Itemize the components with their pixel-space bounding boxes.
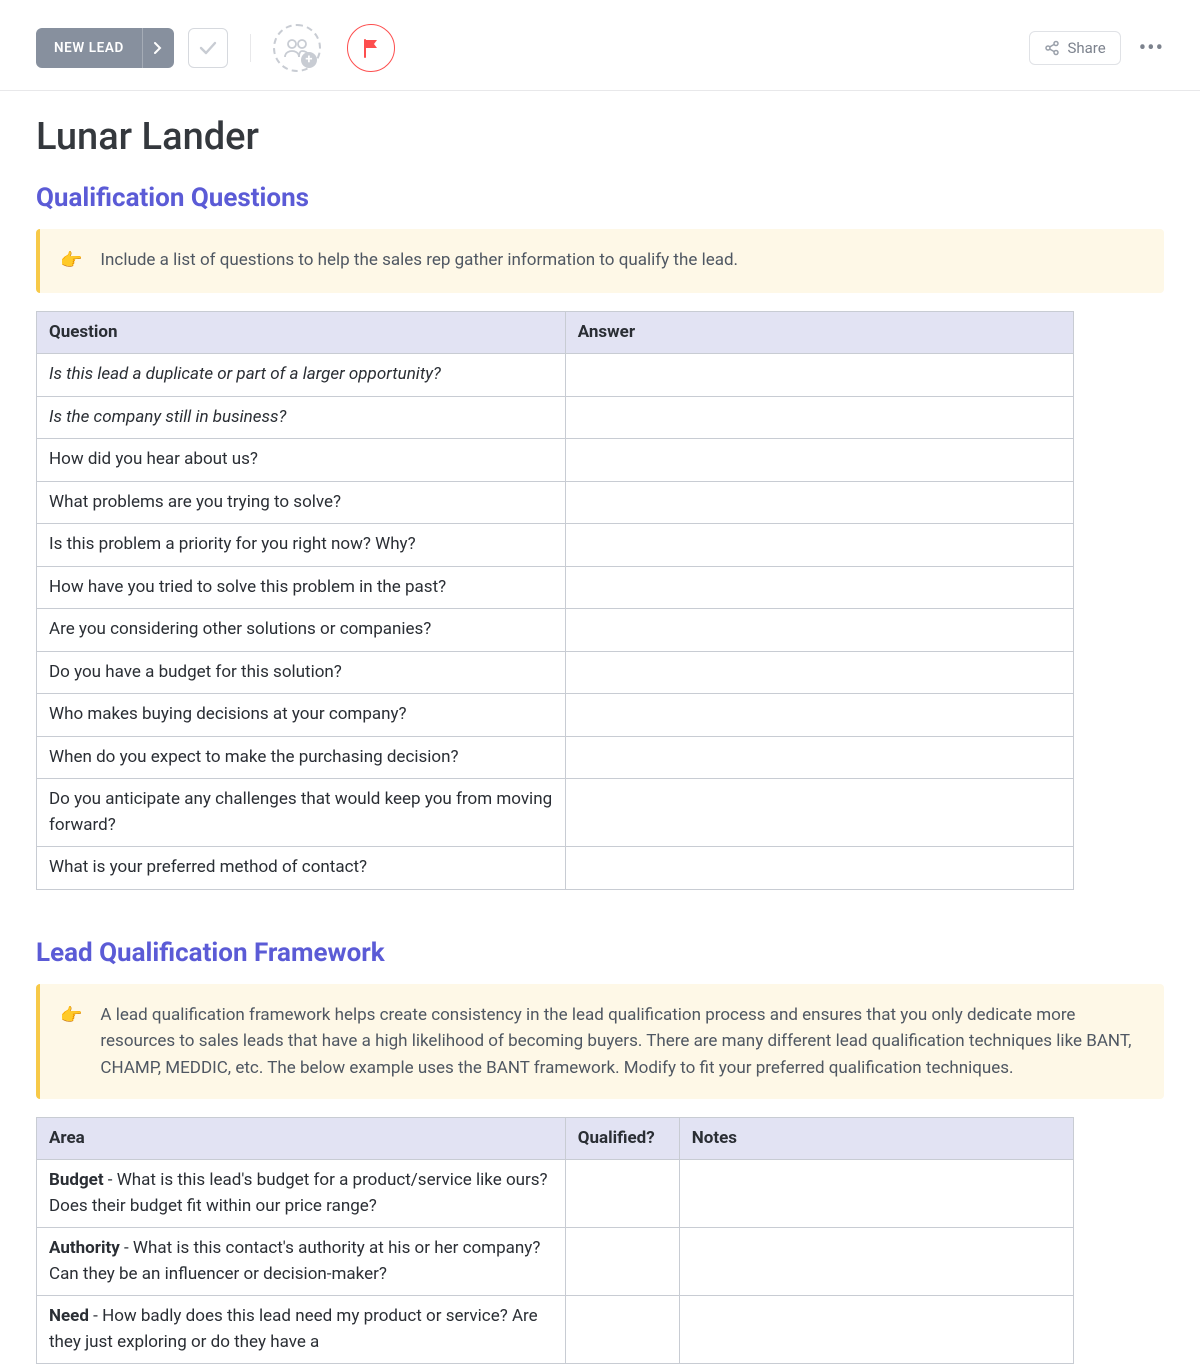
share-button[interactable]: Share [1029,31,1120,65]
question-cell[interactable]: Who makes buying decisions at your compa… [37,694,566,737]
plus-icon: + [301,52,317,68]
status-button[interactable]: NEW LEAD [36,28,174,68]
area-desc: - What is this contact's authority at hi… [49,1238,540,1284]
table-row[interactable]: Are you considering other solutions or c… [37,609,1074,652]
table-row[interactable]: What is your preferred method of contact… [37,847,1074,890]
divider [250,34,251,62]
table-row[interactable]: Authority - What is this contact's autho… [37,1228,1074,1296]
qualified-cell[interactable] [565,1160,679,1228]
qualified-cell[interactable] [565,1228,679,1296]
pointing-right-icon: 👉 [60,1002,82,1081]
status-label: NEW LEAD [36,28,142,68]
area-term: Budget [49,1170,104,1190]
callout-text: A lead qualification framework helps cre… [100,1002,1144,1081]
section-title-lead-framework[interactable]: Lead Qualification Framework [36,938,1164,968]
table-row[interactable]: Is this lead a duplicate or part of a la… [37,354,1074,397]
table-row[interactable]: Do you have a budget for this solution? [37,651,1074,694]
section-title-qualification-questions[interactable]: Qualification Questions [36,183,1164,213]
content: Lunar Lander Qualification Questions 👉 I… [0,91,1200,1364]
area-term: Authority [49,1238,120,1258]
table-header-qualified: Qualified? [565,1117,679,1160]
answer-cell[interactable] [565,779,1073,847]
table-row[interactable]: When do you expect to make the purchasin… [37,736,1074,779]
question-cell[interactable]: How have you tried to solve this problem… [37,566,566,609]
answer-cell[interactable] [565,694,1073,737]
framework-table[interactable]: Area Qualified? Notes Budget - What is t… [36,1117,1074,1364]
share-icon [1044,40,1060,56]
pointing-right-icon: 👉 [60,247,82,275]
question-cell[interactable]: Is the company still in business? [37,396,566,439]
table-header-notes: Notes [679,1117,1073,1160]
area-cell[interactable]: Budget - What is this lead's budget for … [37,1160,566,1228]
answer-cell[interactable] [565,396,1073,439]
question-cell[interactable]: What is your preferred method of contact… [37,847,566,890]
answer-cell[interactable] [565,481,1073,524]
question-cell[interactable]: When do you expect to make the purchasin… [37,736,566,779]
callout-framework[interactable]: 👉 A lead qualification framework helps c… [36,984,1164,1099]
question-cell[interactable]: Are you considering other solutions or c… [37,609,566,652]
table-row[interactable]: Who makes buying decisions at your compa… [37,694,1074,737]
area-cell[interactable]: Need - How badly does this lead need my … [37,1296,566,1364]
qualified-cell[interactable] [565,1296,679,1364]
table-row[interactable]: Is the company still in business? [37,396,1074,439]
question-cell[interactable]: How did you hear about us? [37,439,566,482]
table-row[interactable]: How have you tried to solve this problem… [37,566,1074,609]
table-row[interactable]: Need - How badly does this lead need my … [37,1296,1074,1364]
table-header-area: Area [37,1117,566,1160]
question-cell[interactable]: Is this problem a priority for you right… [37,524,566,567]
assign-button[interactable]: + [273,24,321,72]
question-cell[interactable]: Do you anticipate any challenges that wo… [37,779,566,847]
table-row[interactable]: How did you hear about us? [37,439,1074,482]
notes-cell[interactable] [679,1160,1073,1228]
chevron-right-icon [154,42,162,54]
area-cell[interactable]: Authority - What is this contact's autho… [37,1228,566,1296]
table-row[interactable]: Budget - What is this lead's budget for … [37,1160,1074,1228]
qualification-table[interactable]: Question Answer Is this lead a duplicate… [36,311,1074,890]
area-desc: - How badly does this lead need my produ… [49,1306,538,1352]
more-button[interactable]: ••• [1139,36,1164,61]
priority-button[interactable] [347,24,395,72]
toolbar: NEW LEAD + Share ••• [0,0,1200,91]
table-row[interactable]: Is this problem a priority for you right… [37,524,1074,567]
table-row[interactable]: What problems are you trying to solve? [37,481,1074,524]
flag-icon [362,38,380,58]
answer-cell[interactable] [565,566,1073,609]
area-desc: - What is this lead's budget for a produ… [49,1170,548,1216]
question-cell[interactable]: Is this lead a duplicate or part of a la… [37,354,566,397]
answer-cell[interactable] [565,847,1073,890]
notes-cell[interactable] [679,1228,1073,1296]
share-label: Share [1067,39,1105,57]
answer-cell[interactable] [565,736,1073,779]
table-header-answer: Answer [565,311,1073,354]
answer-cell[interactable] [565,609,1073,652]
answer-cell[interactable] [565,524,1073,567]
answer-cell[interactable] [565,651,1073,694]
answer-cell[interactable] [565,354,1073,397]
check-icon [199,41,217,55]
notes-cell[interactable] [679,1296,1073,1364]
table-row[interactable]: Do you anticipate any challenges that wo… [37,779,1074,847]
complete-button[interactable] [188,28,228,68]
answer-cell[interactable] [565,439,1073,482]
table-header-question: Question [37,311,566,354]
page-title[interactable]: Lunar Lander [36,115,1164,159]
status-next-button[interactable] [142,28,174,68]
question-cell[interactable]: What problems are you trying to solve? [37,481,566,524]
callout-qualification[interactable]: 👉 Include a list of questions to help th… [36,229,1164,293]
callout-text: Include a list of questions to help the … [100,247,738,275]
question-cell[interactable]: Do you have a budget for this solution? [37,651,566,694]
area-term: Need [49,1306,89,1326]
